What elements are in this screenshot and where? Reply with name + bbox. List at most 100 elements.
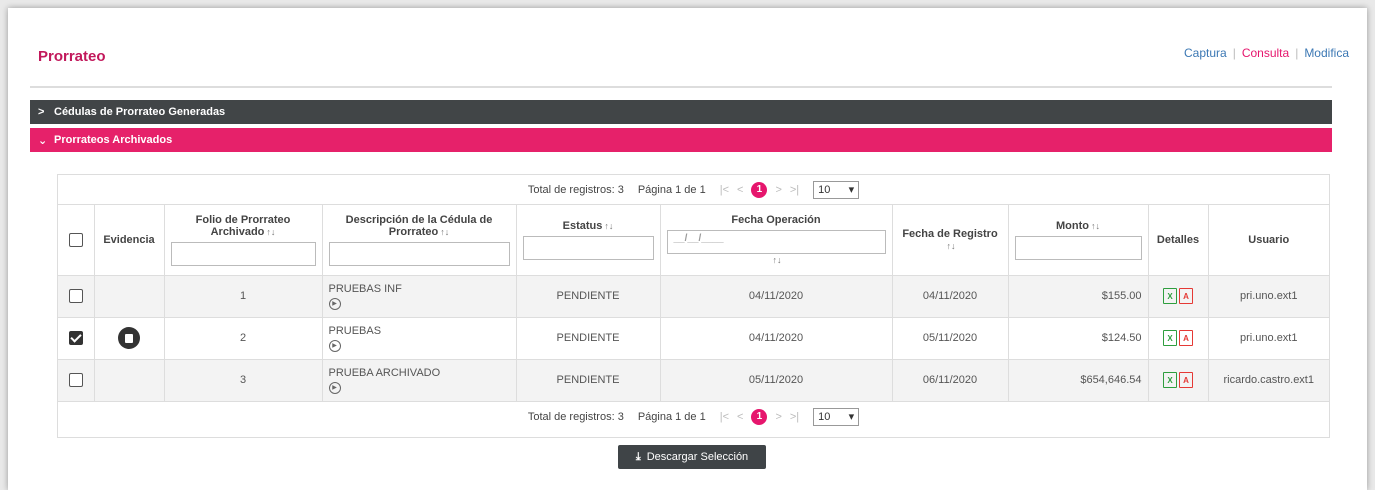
descripcion-text: PRUEBAS	[328, 324, 382, 337]
table-row: 1 PRUEBAS INF ▶ PENDIENTE 04/11/2020 04/…	[58, 275, 1329, 318]
first-page-button[interactable]: |<	[720, 411, 729, 423]
sort-icon[interactable]: ↑↓	[266, 227, 275, 237]
usuario-cell: pri.uno.ext1	[1208, 317, 1329, 360]
descripcion-filter-input[interactable]	[328, 241, 510, 266]
last-page-button[interactable]: >|	[790, 184, 799, 196]
col-folio: Folio de Prorrateo Archivado ↑↓	[164, 205, 323, 276]
col-monto-label: Monto	[1056, 219, 1089, 232]
folio-cell: 2	[164, 317, 323, 360]
row-checkbox[interactable]	[68, 289, 83, 303]
monto-cell: $124.50	[1008, 317, 1149, 360]
first-page-button[interactable]: |<	[720, 184, 729, 196]
sort-icon[interactable]: ↑↓	[947, 241, 956, 251]
page-size-select[interactable]: 10 ▾	[813, 180, 860, 199]
row-select-cell	[58, 359, 95, 402]
evidencia-cell	[94, 359, 165, 402]
col-fecha-operacion-label: Fecha Operación	[731, 213, 821, 226]
col-evidencia: Evidencia	[94, 205, 165, 276]
row-checkbox[interactable]	[68, 373, 83, 387]
archived-table: Evidencia Folio de Prorrateo Archivado ↑↓…	[58, 205, 1329, 402]
excel-icon[interactable]: X	[1163, 372, 1177, 388]
nav-consulta[interactable]: Consulta	[1242, 46, 1289, 60]
fecha-registro-cell: 05/11/2020	[892, 317, 1009, 360]
pdf-icon[interactable]: A	[1179, 330, 1193, 346]
play-circle-icon[interactable]: ▶	[328, 339, 341, 352]
select-all-checkbox[interactable]	[68, 232, 83, 247]
total-records: Total de registros: 3	[527, 410, 624, 423]
descripcion-cell: PRUEBA ARCHIVADO ▶	[322, 359, 517, 402]
prev-page-button[interactable]: <	[737, 411, 743, 423]
col-folio-label: Folio de Prorrateo Archivado	[195, 213, 291, 238]
detalles-cell: XA	[1148, 275, 1209, 318]
nav-captura[interactable]: Captura	[1184, 46, 1227, 60]
table-row: 2 PRUEBAS ▶ PENDIENTE 04/11/2020 05/11/2…	[58, 317, 1329, 360]
evidencia-cell	[94, 275, 165, 318]
folio-cell: 3	[164, 359, 323, 402]
fecha-operacion-cell: 04/11/2020	[660, 275, 893, 318]
fecha-registro-cell: 04/11/2020	[892, 275, 1009, 318]
detalles-cell: XA	[1148, 317, 1209, 360]
archived-table-panel: Total de registros: 3 Página 1 de 1 |< <…	[57, 174, 1330, 438]
col-estatus-label: Estatus	[562, 219, 603, 232]
page-indicator: Página 1 de 1	[637, 410, 706, 423]
play-circle-icon[interactable]: ▶	[328, 297, 341, 310]
excel-icon[interactable]: X	[1163, 288, 1177, 304]
evidence-document-icon[interactable]	[118, 327, 140, 349]
chevron-down-icon: ▾	[848, 184, 855, 196]
next-page-button[interactable]: >	[775, 411, 781, 423]
col-estatus: Estatus ↑↓	[516, 205, 661, 276]
sort-icon[interactable]: ↑↓	[1091, 221, 1100, 231]
col-descripcion-label: Descripción de la Cédula de Prorrateo	[345, 213, 493, 238]
sort-icon[interactable]: ↑↓	[604, 221, 613, 231]
page-title: Prorrateo	[38, 48, 106, 65]
chevron-right-icon: >	[38, 106, 45, 118]
page-size-select[interactable]: 10 ▾	[813, 407, 860, 426]
play-circle-icon[interactable]: ▶	[328, 381, 341, 394]
pager-controls: |< < 1 > >|	[720, 181, 799, 198]
header-divider	[30, 86, 1332, 88]
col-fecha-operacion: Fecha Operación __/__/____ ↑↓	[660, 205, 893, 276]
detalles-cell: XA	[1148, 359, 1209, 402]
chevron-down-icon: ▾	[848, 411, 855, 423]
col-descripcion: Descripción de la Cédula de Prorrateo ↑↓	[322, 205, 517, 276]
evidencia-cell	[94, 317, 165, 360]
row-checkbox[interactable]	[68, 331, 83, 345]
section-cedulas-generadas[interactable]: > Cédulas de Prorrateo Generadas	[30, 100, 1332, 124]
sort-icon[interactable]: ↑↓	[440, 227, 449, 237]
last-page-button[interactable]: >|	[790, 411, 799, 423]
header-row: Evidencia Folio de Prorrateo Archivado ↑↓…	[58, 205, 1329, 276]
col-fecha-registro-label: Fecha de Registro	[902, 227, 998, 240]
table-row: 3 PRUEBA ARCHIVADO ▶ PENDIENTE 05/11/202…	[58, 359, 1329, 402]
download-selection-button[interactable]: ⤓ Descargar Selección	[618, 445, 766, 469]
fecha-registro-cell: 06/11/2020	[892, 359, 1009, 402]
estatus-filter-input[interactable]	[522, 235, 654, 260]
col-usuario: Usuario	[1208, 205, 1329, 276]
section-prorrateos-archivados[interactable]: ⌄ Prorrateos Archivados	[30, 128, 1332, 152]
col-detalles: Detalles	[1148, 205, 1209, 276]
section-label: Cédulas de Prorrateo Generadas	[54, 106, 226, 118]
monto-filter-input[interactable]	[1014, 235, 1142, 260]
descripcion-cell: PRUEBAS ▶	[322, 317, 517, 360]
current-page-button[interactable]: 1	[751, 181, 768, 198]
col-fecha-registro: Fecha de Registro ↑↓	[892, 205, 1009, 276]
pager-top: Total de registros: 3 Página 1 de 1 |< <…	[58, 175, 1329, 205]
prev-page-button[interactable]: <	[737, 184, 743, 196]
usuario-cell: ricardo.castro.ext1	[1208, 359, 1329, 402]
total-records: Total de registros: 3	[527, 183, 624, 196]
pdf-icon[interactable]: A	[1179, 372, 1193, 388]
nav-modifica[interactable]: Modifica	[1304, 46, 1349, 60]
pdf-icon[interactable]: A	[1179, 288, 1193, 304]
col-monto: Monto ↑↓	[1008, 205, 1149, 276]
excel-icon[interactable]: X	[1163, 330, 1177, 346]
page-indicator: Página 1 de 1	[637, 183, 706, 196]
top-nav: Captura | Consulta | Modifica	[1184, 46, 1349, 60]
next-page-button[interactable]: >	[775, 184, 781, 196]
folio-filter-input[interactable]	[170, 241, 316, 266]
sort-icon[interactable]: ↑↓	[773, 255, 782, 265]
download-selection-label: Descargar Selección	[646, 451, 749, 463]
pager-controls: |< < 1 > >|	[720, 408, 799, 425]
descripcion-cell: PRUEBAS INF ▶	[322, 275, 517, 318]
current-page-button[interactable]: 1	[751, 408, 768, 425]
monto-cell: $155.00	[1008, 275, 1149, 318]
fecha-operacion-filter-input[interactable]: __/__/____	[666, 229, 886, 254]
